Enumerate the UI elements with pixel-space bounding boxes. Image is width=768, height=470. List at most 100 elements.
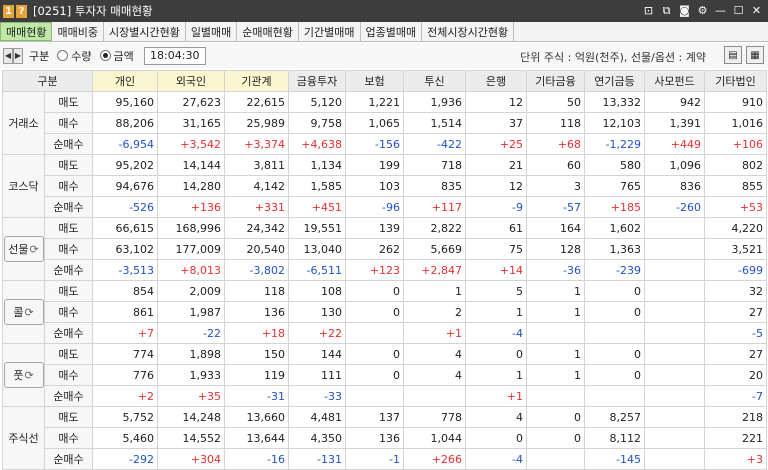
help-icon[interactable]: ? bbox=[16, 4, 27, 18]
table-row[interactable]: 매수 88,206 31,165 25,989 9,758 1,065 1,514 37 118… bbox=[3, 112, 767, 134]
tab-daily-trading[interactable]: 일별매매 bbox=[185, 22, 238, 41]
table-cell: -1 bbox=[345, 448, 404, 470]
table-cell: 14,280 bbox=[157, 175, 225, 197]
link-icon[interactable]: ⊡ bbox=[641, 3, 656, 18]
close-icon[interactable]: ✕ bbox=[749, 3, 764, 18]
table-cell: -7 bbox=[704, 385, 767, 407]
table-cell: 25,989 bbox=[224, 112, 289, 134]
group-selector-button[interactable]: 콜 ⟳ bbox=[3, 299, 44, 325]
table-cell: 774 bbox=[92, 343, 158, 365]
col-header-group[interactable]: 구분 bbox=[2, 70, 93, 92]
table-cell: 1 bbox=[526, 301, 585, 323]
table-row[interactable]: 매수 861 1,987 136 130 0 2 1 1 0 27 bbox=[3, 301, 767, 323]
grid-settings-icon[interactable]: ▦ bbox=[746, 46, 764, 64]
col-header-investment-trust[interactable]: 투신 bbox=[403, 70, 466, 92]
table-row[interactable]: 매수 94,676 14,280 4,142 1,585 103 835 12 3 765 836 8… bbox=[3, 175, 767, 197]
col-header-institution[interactable]: 기관계 bbox=[224, 70, 289, 92]
group-selector-button[interactable]: 선물 ⟳ bbox=[3, 236, 44, 262]
group-name: 풋 bbox=[13, 369, 24, 382]
col-header-individual[interactable]: 개인 bbox=[92, 70, 158, 92]
table-row[interactable]: 순매수 -3,513 +8,013 -3,802 -6,511 +123 +2,847 +14… bbox=[3, 259, 767, 281]
col-header-other-corporate[interactable]: 기타법인 bbox=[704, 70, 767, 92]
table-cell: +1 bbox=[403, 322, 466, 344]
table-cell: 20 bbox=[704, 364, 767, 386]
refresh-icon[interactable]: ⟳ bbox=[24, 369, 33, 382]
table-row[interactable]: 거래소 매도 95,160 27,623 22,615 5,120 1,221 1,936 12… bbox=[2, 91, 767, 155]
table-cell: 139 bbox=[345, 217, 404, 239]
table-cell: -3,513 bbox=[92, 259, 158, 281]
minimize-icon[interactable]: — bbox=[713, 3, 728, 18]
table-cell: 50 bbox=[526, 91, 585, 113]
table-view-icon[interactable]: ▤ bbox=[724, 46, 742, 64]
table-cell: 21 bbox=[465, 154, 527, 176]
col-header-foreign[interactable]: 외국인 bbox=[157, 70, 225, 92]
table-cell: 2 bbox=[403, 301, 466, 323]
table-cell: 1,044 bbox=[403, 427, 466, 449]
next-arrow-icon[interactable]: ▶ bbox=[13, 47, 23, 64]
table-row[interactable]: 선물 ⟳ 매도 66,615 168,996 24,342 19,551 139 2,822 61… bbox=[2, 217, 767, 281]
table-row[interactable]: 순매수 -292 +304 -16 -131 -1 +266 -4 -145 +3 bbox=[3, 448, 767, 470]
col-header-insurance[interactable]: 보험 bbox=[345, 70, 404, 92]
table-cell: 31,165 bbox=[157, 112, 225, 134]
table-cell: 14,144 bbox=[157, 154, 225, 176]
prev-arrow-icon[interactable]: ◀ bbox=[3, 47, 13, 64]
table-row[interactable]: 매수 776 1,933 119 111 0 4 1 1 0 20 bbox=[3, 364, 767, 386]
tab-sector-trading[interactable]: 업종별매매 bbox=[360, 22, 423, 41]
camera-icon[interactable]: ◙ bbox=[677, 3, 692, 18]
col-header-financial-investment[interactable]: 금융투자 bbox=[288, 70, 346, 92]
refresh-icon[interactable]: ⟳ bbox=[30, 243, 39, 256]
radio-amount-dot[interactable] bbox=[99, 50, 111, 61]
tab-net-buying-status[interactable]: 순매매현황 bbox=[237, 22, 299, 41]
table-row[interactable]: 순매수 -526 +136 +331 +451 -96 +117 -9 -57 +185 -260 +… bbox=[3, 196, 767, 218]
table-cell: 218 bbox=[704, 406, 767, 428]
table-row[interactable]: 순매수 -6,954 +3,542 +3,374 +4,638 -156 -422 +25 +6… bbox=[3, 133, 767, 155]
table-cell: +68 bbox=[526, 133, 585, 155]
col-header-bank[interactable]: 은행 bbox=[465, 70, 527, 92]
tab-trading-ratio[interactable]: 매매비중 bbox=[52, 22, 104, 41]
table-cell: 12 bbox=[465, 91, 527, 113]
radio-amount-label: 금액 bbox=[113, 49, 134, 63]
table-row[interactable]: 풋 ⟳ 매도 774 1,898 150 144 0 4 0 1 0 27 bbox=[2, 343, 767, 407]
tab-market-time-status[interactable]: 시장별시간현황 bbox=[103, 22, 186, 41]
settings-icon[interactable]: ⚙ bbox=[695, 3, 710, 18]
maximize-icon[interactable]: ☐ bbox=[731, 3, 746, 18]
table-cell bbox=[644, 217, 705, 239]
tab-all-market-time[interactable]: 전체시장시간현황 bbox=[422, 22, 515, 41]
group-name: 콜 bbox=[13, 306, 24, 319]
tab-trading-status[interactable]: 매매현황 bbox=[0, 22, 53, 41]
table-cell: 1 bbox=[526, 280, 585, 302]
col-header-private-fund[interactable]: 사모펀드 bbox=[644, 70, 705, 92]
table-row[interactable]: 매수 5,460 14,552 13,644 4,350 136 1,044 0 0 8,112 2… bbox=[3, 427, 767, 449]
table-cell: 221 bbox=[704, 427, 767, 449]
row-label: 매도 bbox=[44, 154, 93, 176]
group-cell: 거래소 bbox=[2, 91, 45, 155]
table-cell: 1,065 bbox=[345, 112, 404, 134]
group-selector-button[interactable]: 풋 ⟳ bbox=[3, 362, 44, 388]
table-cell: -33 bbox=[288, 385, 346, 407]
table-cell: -96 bbox=[345, 196, 404, 218]
table-row[interactable]: 코스닥 매도 95,202 14,144 3,811 1,134 199 718 21 60 580… bbox=[2, 154, 767, 218]
col-header-other-financial[interactable]: 기타금융 bbox=[526, 70, 585, 92]
col-header-pension[interactable]: 연기금등 bbox=[584, 70, 645, 92]
screen-number-badge[interactable]: 1 bbox=[3, 4, 14, 18]
table-row[interactable]: 콜 ⟳ 매도 854 2,009 118 108 0 1 5 1 0 32 bbox=[2, 280, 767, 344]
table-row[interactable]: 매수 63,102 177,009 20,540 13,040 262 5,669 75 128… bbox=[3, 238, 767, 260]
copy-icon[interactable]: ⧉ bbox=[659, 3, 674, 18]
table-cell: 130 bbox=[288, 301, 346, 323]
table-cell: +2,847 bbox=[403, 259, 466, 281]
table-cell: -6,954 bbox=[92, 133, 158, 155]
table-row[interactable]: 순매수 +2 +35 -31 -33 +1 -7 bbox=[3, 385, 767, 407]
table-row[interactable]: 주식선 매도 5,752 14,248 13,660 4,481 137 778 4 0 8,257… bbox=[2, 406, 767, 470]
refresh-icon[interactable]: ⟳ bbox=[24, 306, 33, 319]
table-row[interactable]: 순매수 +7 -22 +18 +22 +1 -4 -5 bbox=[3, 322, 767, 344]
table-cell: 118 bbox=[224, 280, 289, 302]
radio-quantity[interactable]: 수량 bbox=[57, 48, 92, 64]
radio-amount[interactable]: 금액 bbox=[99, 48, 134, 64]
radio-quantity-dot[interactable] bbox=[57, 50, 69, 61]
row-label: 매도 bbox=[44, 343, 93, 365]
table-cell: 168,996 bbox=[157, 217, 225, 239]
table-cell: 1 bbox=[465, 301, 527, 323]
tab-period-trading[interactable]: 기간별매매 bbox=[298, 22, 361, 41]
table-cell: 1,602 bbox=[584, 217, 645, 239]
table-cell: -9 bbox=[465, 196, 527, 218]
